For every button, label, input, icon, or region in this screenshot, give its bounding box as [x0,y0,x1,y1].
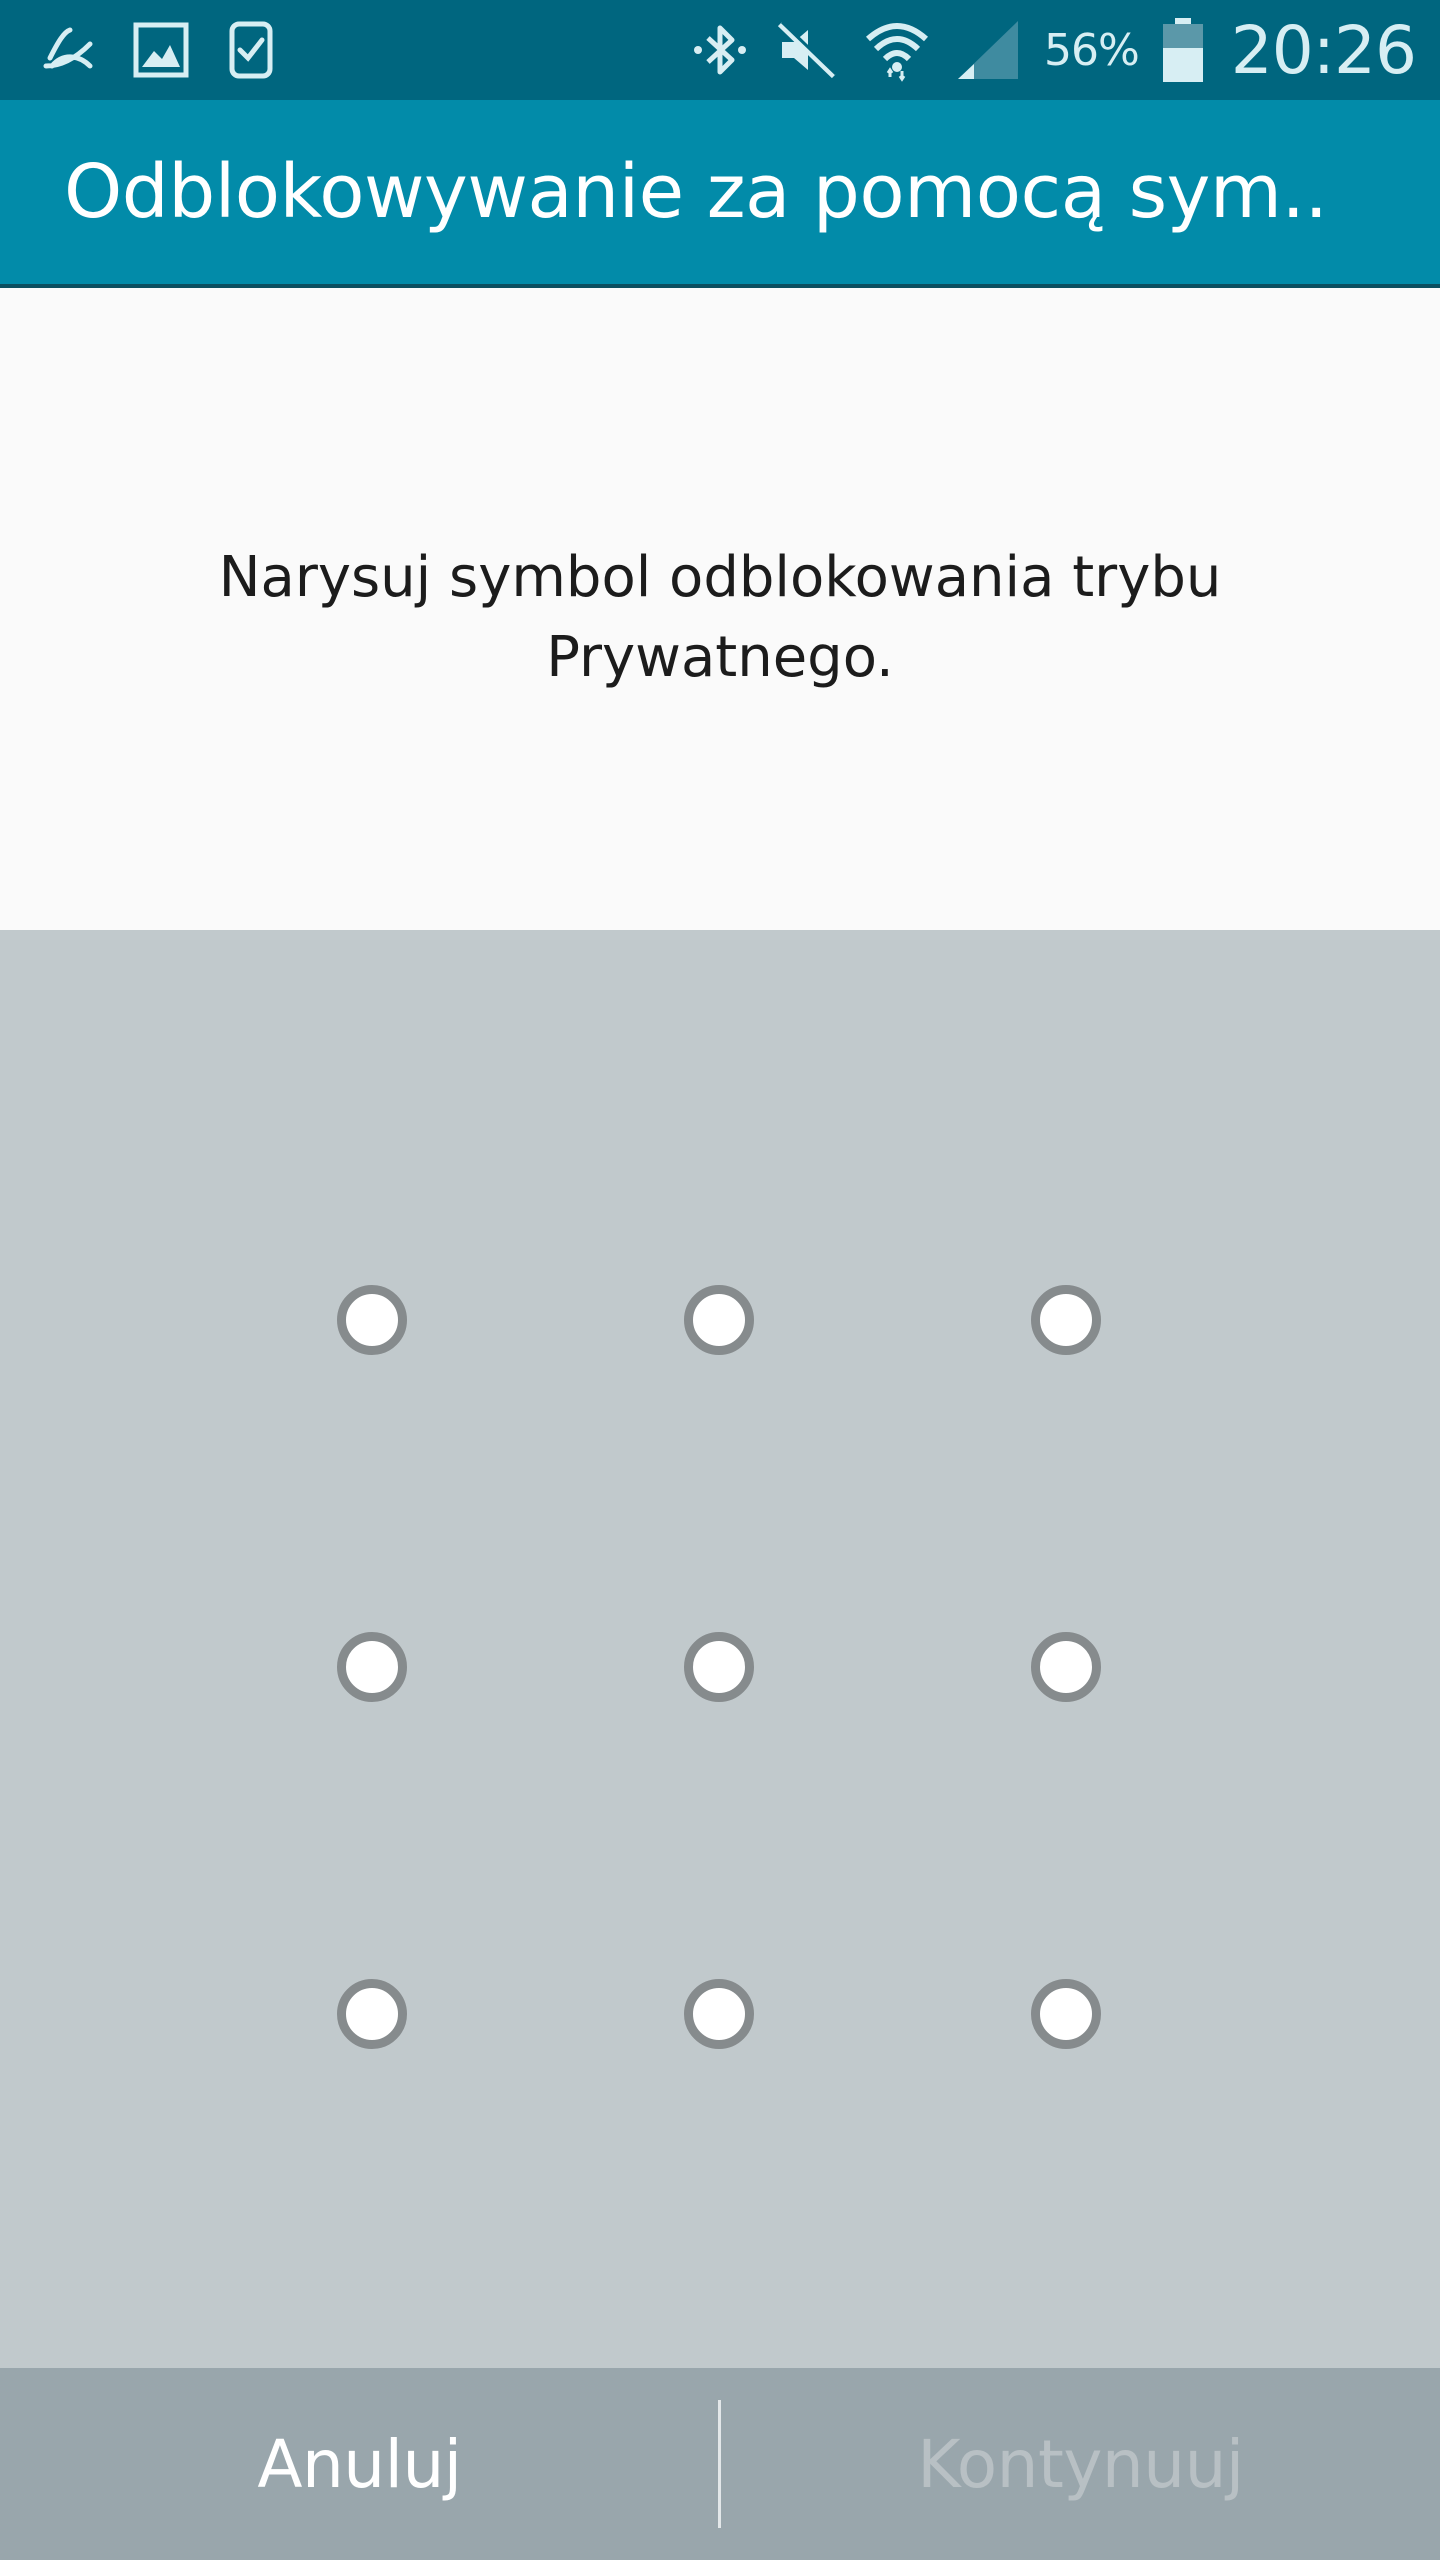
cancel-button[interactable]: Anuluj [0,2368,719,2560]
pattern-dot[interactable] [684,1285,754,1355]
pattern-dot[interactable] [1031,1285,1101,1355]
clock: 20:26 [1230,11,1417,89]
pattern-dot[interactable] [337,1285,407,1355]
pattern-dot[interactable] [684,1632,754,1702]
swiftkey-icon [40,22,96,78]
system-icons: 56% 20:26 [688,0,1417,100]
gallery-icon [132,21,190,79]
instruction-text: Narysuj symbol odblokowania trybu Prywat… [218,545,1222,690]
battery-icon [1161,16,1205,84]
page-title: Odblokowywanie za pomocą sym.. [64,149,1328,235]
battery-percent: 56% [1044,24,1140,76]
mute-icon [774,18,840,82]
pattern-dot[interactable] [1031,1979,1101,2049]
screen: 56% 20:26 Odblokowywanie za pomocą sym..… [0,0,1440,2560]
pattern-pad[interactable] [0,930,1440,2370]
status-bar: 56% 20:26 [0,0,1440,100]
pattern-dot[interactable] [684,1979,754,2049]
notification-icons [40,16,276,84]
gear-fit-icon [226,20,276,80]
app-bar: Odblokowywanie za pomocą sym.. [0,100,1440,288]
pattern-dot[interactable] [337,1632,407,1702]
wifi-icon [862,15,932,85]
bottom-bar: Anuluj Kontynuuj [0,2368,1440,2560]
pattern-dot[interactable] [1031,1632,1101,1702]
continue-button[interactable]: Kontynuuj [721,2368,1440,2560]
bluetooth-icon [688,18,752,82]
instruction-area: Narysuj symbol odblokowania trybu Prywat… [0,288,1440,930]
pattern-dot[interactable] [337,1979,407,2049]
signal-icon [954,17,1022,83]
